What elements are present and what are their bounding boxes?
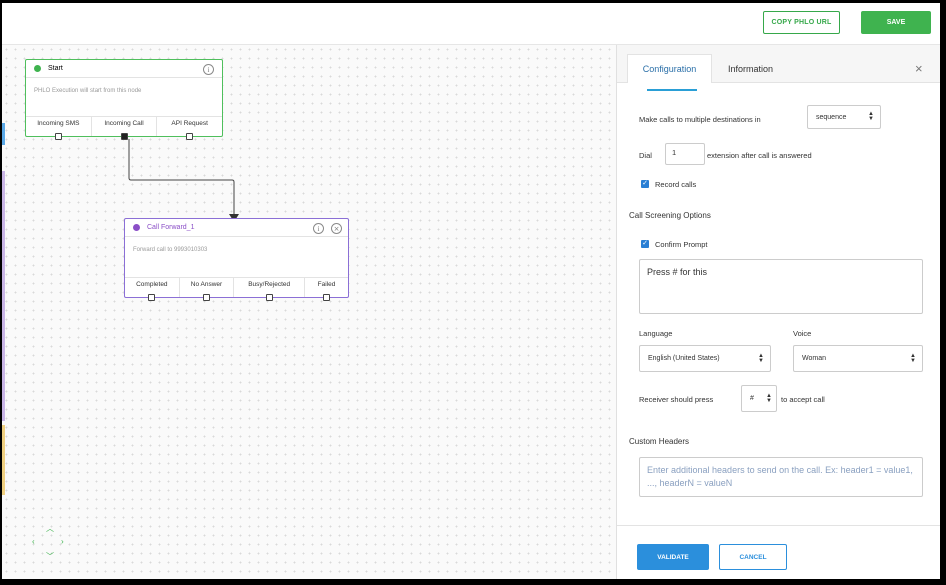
confirm-prompt-checkbox[interactable]: ✓	[641, 240, 649, 248]
port-api-request[interactable]: API Request	[157, 117, 222, 140]
receiver-label: Receiver should press	[639, 395, 714, 404]
receiver-suffix: to accept call	[781, 395, 825, 404]
port-label: No Answer	[190, 281, 223, 288]
start-node-description: PHLO Execution will start from this node	[34, 88, 142, 94]
voice-label: Voice	[793, 329, 812, 338]
multi-dest-select[interactable]: sequence ▲ ▼	[807, 105, 881, 129]
dial-label: Dial	[639, 151, 652, 160]
config-panel: Configuration Information × Make calls t…	[616, 45, 940, 579]
call-forward-status-dot	[133, 224, 140, 231]
voice-select[interactable]: Woman ▲ ▼	[793, 345, 923, 372]
close-icon[interactable]: ×	[331, 223, 342, 234]
tab-configuration[interactable]: Configuration	[627, 54, 712, 83]
dial-suffix: extension after call is answered	[707, 151, 812, 160]
start-node-ports: Incoming SMS Incoming Call API Request	[26, 116, 222, 140]
port-incoming-sms[interactable]: Incoming SMS	[26, 117, 92, 140]
receiver-key-value: #	[750, 395, 754, 402]
receiver-key-select[interactable]: # ▲ ▼	[741, 385, 777, 412]
start-node-title: Start	[48, 65, 63, 72]
start-status-dot	[34, 65, 41, 72]
record-calls-checkbox[interactable]: ✓	[641, 180, 649, 188]
port-completed[interactable]: Completed	[125, 278, 180, 301]
arrow-left-icon[interactable]: ‹	[32, 537, 35, 546]
palette-marker	[2, 171, 5, 421]
language-value: English (United States)	[648, 355, 720, 362]
call-forward-node-header: Call Forward_1 i ×	[125, 219, 348, 237]
screening-title: Call Screening Options	[629, 211, 711, 220]
port-label: Incoming Call	[104, 120, 144, 127]
custom-headers-textarea[interactable]: Enter additional headers to send on the …	[639, 457, 923, 497]
call-forward-node-title: Call Forward_1	[147, 224, 195, 231]
port-incoming-call[interactable]: Incoming Call	[92, 117, 158, 140]
record-calls-label: Record calls	[655, 180, 697, 189]
cancel-button[interactable]: CANCEL	[719, 544, 787, 570]
confirm-prompt-label: Confirm Prompt	[655, 240, 708, 249]
port-busy-rejected[interactable]: Busy/Rejected	[234, 278, 306, 301]
prompt-textarea[interactable]: Press # for this	[639, 259, 923, 314]
panel-footer: VALIDATE CANCEL	[617, 525, 940, 579]
call-forward-node[interactable]: Call Forward_1 i × Forward call to 99930…	[124, 218, 349, 301]
port-label: Completed	[136, 281, 168, 288]
save-button[interactable]: SAVE	[861, 11, 931, 34]
call-forward-node-description: Forward call to 9993010303	[133, 247, 208, 253]
start-node-header: Start i	[26, 60, 222, 78]
copy-phlo-url-button[interactable]: COPY PHLO URL	[763, 11, 840, 34]
port-handle[interactable]	[186, 133, 194, 140]
select-updown-icon: ▲ ▼	[758, 353, 764, 364]
port-label: Incoming SMS	[37, 120, 80, 127]
port-handle[interactable]	[120, 133, 128, 140]
multi-dest-value: sequence	[816, 113, 847, 121]
port-handle[interactable]	[148, 294, 156, 301]
multi-dest-label: Make calls to multiple destinations in	[639, 115, 761, 124]
arrow-right-icon[interactable]: ›	[61, 537, 64, 546]
dial-input[interactable]: 1	[665, 143, 705, 165]
info-icon[interactable]: i	[313, 223, 324, 234]
port-no-answer[interactable]: No Answer	[180, 278, 235, 301]
port-handle[interactable]	[54, 133, 62, 140]
language-label: Language	[639, 329, 673, 338]
call-forward-node-ports: Completed No Answer Busy/Rejected Failed	[125, 277, 348, 301]
panel-tabs: Configuration Information ×	[617, 45, 940, 83]
custom-headers-title: Custom Headers	[629, 437, 690, 446]
tab-information[interactable]: Information	[713, 54, 788, 83]
port-handle[interactable]	[202, 294, 210, 301]
voice-value: Woman	[802, 355, 826, 362]
top-bar: COPY PHLO URL SAVE	[2, 3, 940, 45]
port-handle[interactable]	[323, 294, 331, 301]
close-icon[interactable]: ×	[915, 61, 923, 76]
port-label: Failed	[317, 281, 336, 288]
language-select[interactable]: English (United States) ▲ ▼	[639, 345, 771, 372]
app-window: COPY PHLO URL SAVE Start i PHLO Executio…	[2, 3, 940, 579]
palette-marker	[2, 123, 5, 145]
canvas-nav-pad: ︿ ‹ › ﹀	[30, 523, 74, 563]
port-label: Busy/Rejected	[248, 281, 291, 288]
port-label: API Request	[171, 120, 208, 127]
select-updown-icon: ▲ ▼	[766, 393, 772, 404]
validate-button[interactable]: VALIDATE	[637, 544, 709, 570]
palette-marker	[2, 425, 5, 495]
select-updown-icon: ▲ ▼	[868, 111, 874, 122]
arrow-up-icon[interactable]: ︿	[46, 523, 54, 534]
tab-active-indicator	[647, 89, 697, 91]
arrow-down-icon[interactable]: ﹀	[46, 551, 54, 562]
info-icon[interactable]: i	[203, 64, 214, 75]
port-handle[interactable]	[265, 294, 273, 301]
left-palette-strip	[2, 45, 5, 495]
start-node[interactable]: Start i PHLO Execution will start from t…	[25, 59, 223, 140]
select-updown-icon: ▲ ▼	[910, 353, 916, 364]
port-failed[interactable]: Failed	[305, 278, 348, 301]
